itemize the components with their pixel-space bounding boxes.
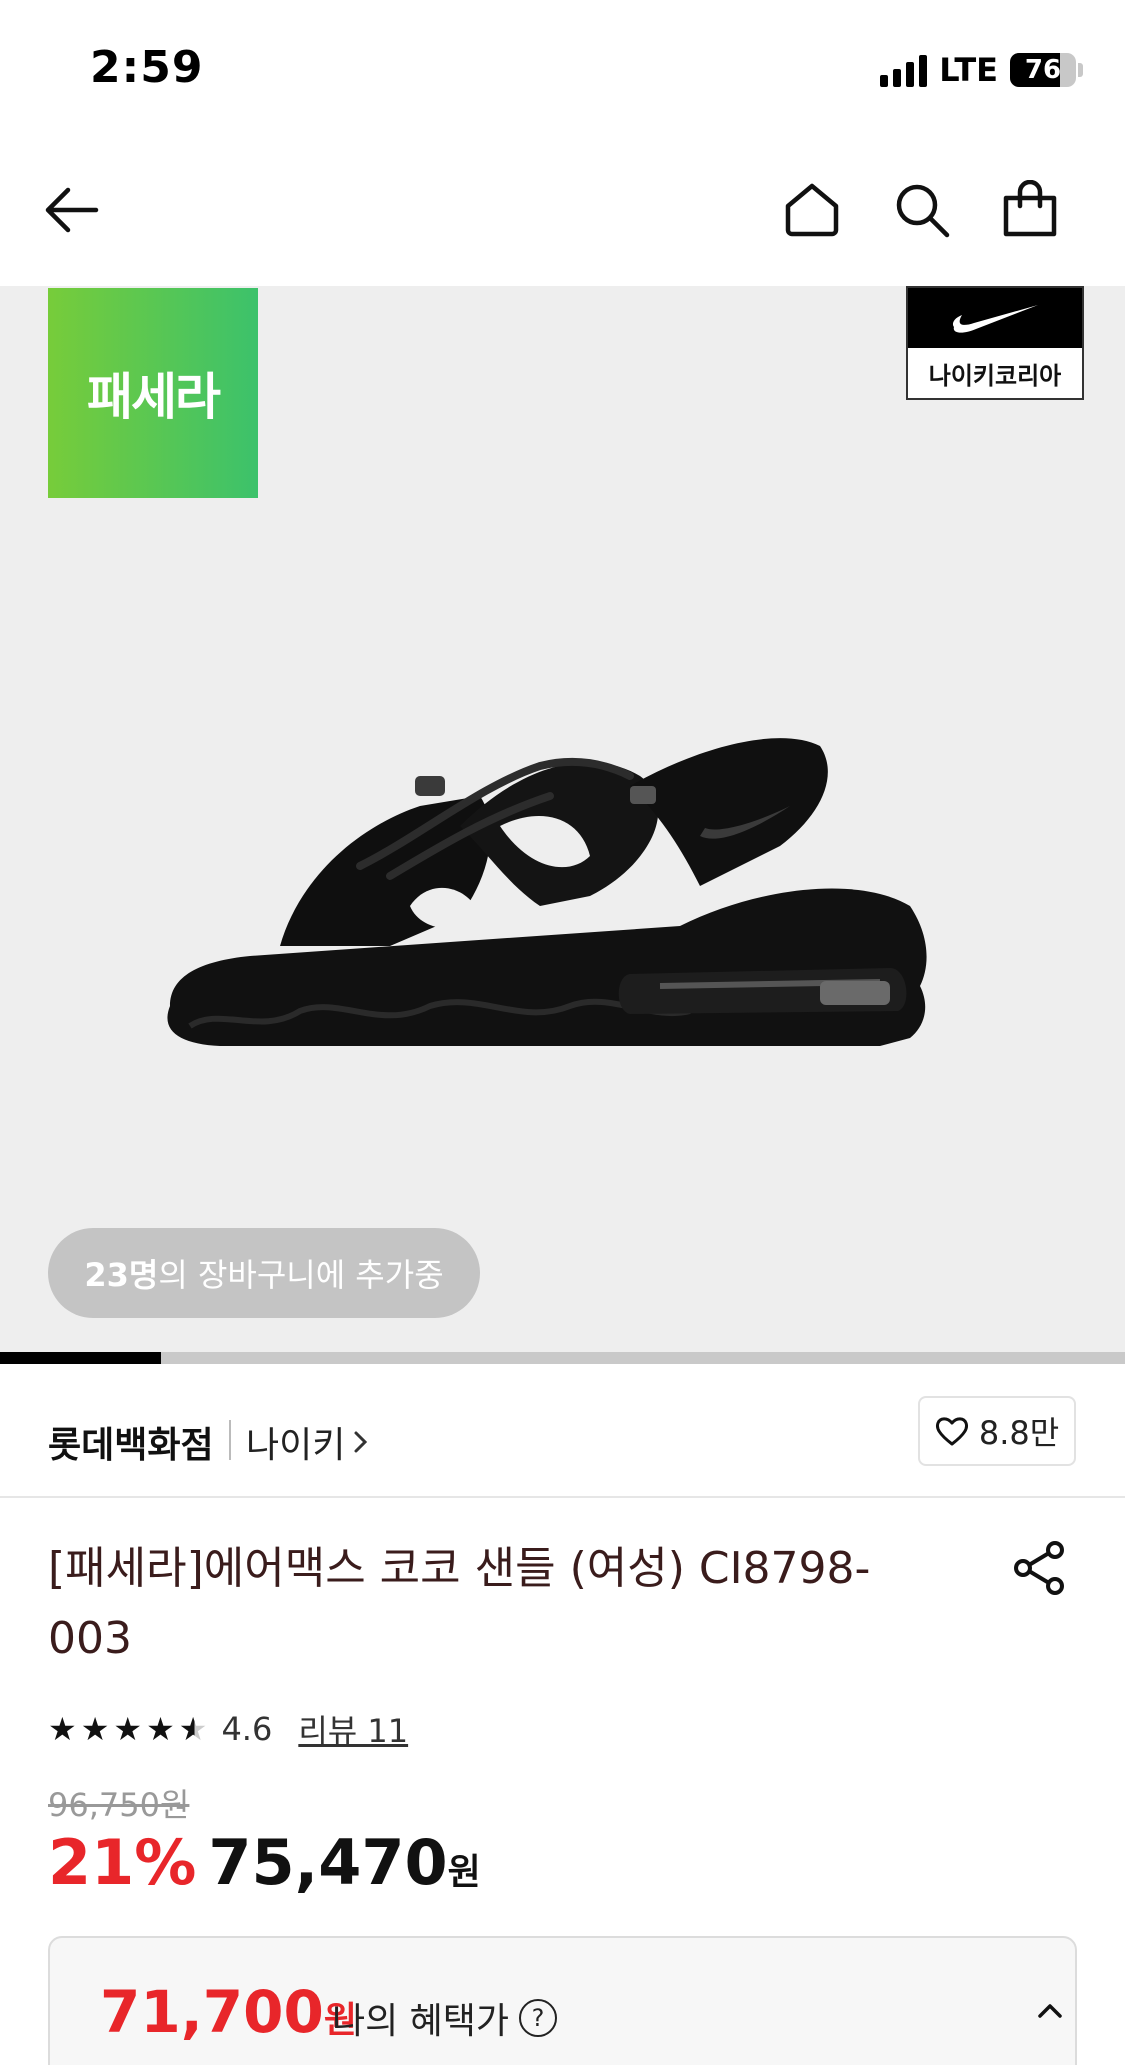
top-navigation [0, 140, 1125, 286]
status-time: 2:59 [90, 42, 204, 93]
star-icon: ★ [113, 1710, 143, 1748]
search-icon[interactable] [882, 170, 962, 250]
image-carousel-progress [0, 1352, 1125, 1364]
store-row: 롯데백화점 나이키 8.8만 [0, 1364, 1125, 1498]
home-icon[interactable] [772, 170, 852, 250]
sale-price: 75,470 [208, 1826, 448, 1899]
half-star-icon: ★ [178, 1710, 208, 1748]
nike-korea-badge: 나이키코리아 [906, 286, 1084, 400]
share-icon[interactable] [1010, 1538, 1070, 1598]
cart-count-badge: 23명 의 장바구니에 추가중 [48, 1228, 480, 1318]
benefit-label-text: 나의 혜택가 [332, 2001, 510, 2042]
battery-icon: 76 [1010, 53, 1076, 87]
benefit-price-box[interactable]: 71,700 원 나의 혜택가 ? [48, 1936, 1077, 2065]
image-carousel-progress-fill [0, 1352, 161, 1364]
battery-level: 76 [1024, 55, 1062, 85]
price-row: 21% 75,470 원 [48, 1826, 481, 1899]
signal-icon [880, 53, 928, 87]
cart-count-text: 의 장바구니에 추가중 [158, 1256, 444, 1294]
shopping-bag-icon[interactable] [990, 170, 1070, 250]
rating-value: 4.6 [221, 1710, 273, 1748]
brand-link-label: 나이키 [246, 1425, 346, 1466]
back-arrow-icon[interactable] [32, 170, 112, 250]
star-icon: ★ [80, 1710, 110, 1748]
star-rating: ★ ★ ★ ★ ★ [48, 1713, 207, 1745]
help-icon[interactable]: ? [519, 1999, 558, 2037]
chevron-up-icon[interactable] [1030, 1990, 1070, 2030]
nike-korea-label: 나이키코리아 [928, 361, 1062, 390]
sale-price-unit: 원 [447, 1852, 481, 1893]
store-name[interactable]: 롯데백화점 [48, 1416, 214, 1468]
rating-row: ★ ★ ★ ★ ★ 4.6 리뷰 11 [48, 1704, 408, 1754]
brand-link[interactable]: 나이키 [246, 1416, 369, 1468]
original-price: 96,750원 [48, 1786, 190, 1824]
heart-icon [935, 1417, 968, 1446]
network-type: LTE [939, 51, 998, 89]
benefit-price: 71,700 원 [100, 1978, 357, 2046]
review-count-link[interactable]: 리뷰 11 [298, 1706, 408, 1752]
like-button[interactable]: 8.8만 [918, 1396, 1076, 1466]
sandal-product-image [167, 738, 927, 1046]
status-bar: 2:59 LTE 76 [0, 0, 1125, 140]
benefit-price-value: 71,700 [100, 1978, 324, 2046]
star-icon: ★ [48, 1710, 77, 1748]
benefit-label: 나의 혜택가 ? [332, 1992, 558, 2044]
star-icon: ★ [146, 1710, 175, 1748]
status-indicators: LTE 76 [880, 48, 1083, 92]
discount-rate: 21% [48, 1826, 197, 1899]
cart-count-number: 23명 [84, 1256, 159, 1294]
like-count: 8.8만 [978, 1414, 1060, 1452]
product-image-gallery[interactable]: 패세라 나이키코리아 23명 의 장바구니에 추가중 [0, 286, 1125, 1352]
chevron-right-icon [354, 1431, 368, 1453]
pasera-badge: 패세라 [48, 288, 258, 498]
battery-tip [1078, 63, 1083, 77]
product-title: [패세라]에어맥스 코코 샌들 (여성) CI8798-003 [48, 1543, 871, 1664]
store-divider [229, 1420, 231, 1460]
nike-swoosh-logo [908, 288, 1082, 348]
